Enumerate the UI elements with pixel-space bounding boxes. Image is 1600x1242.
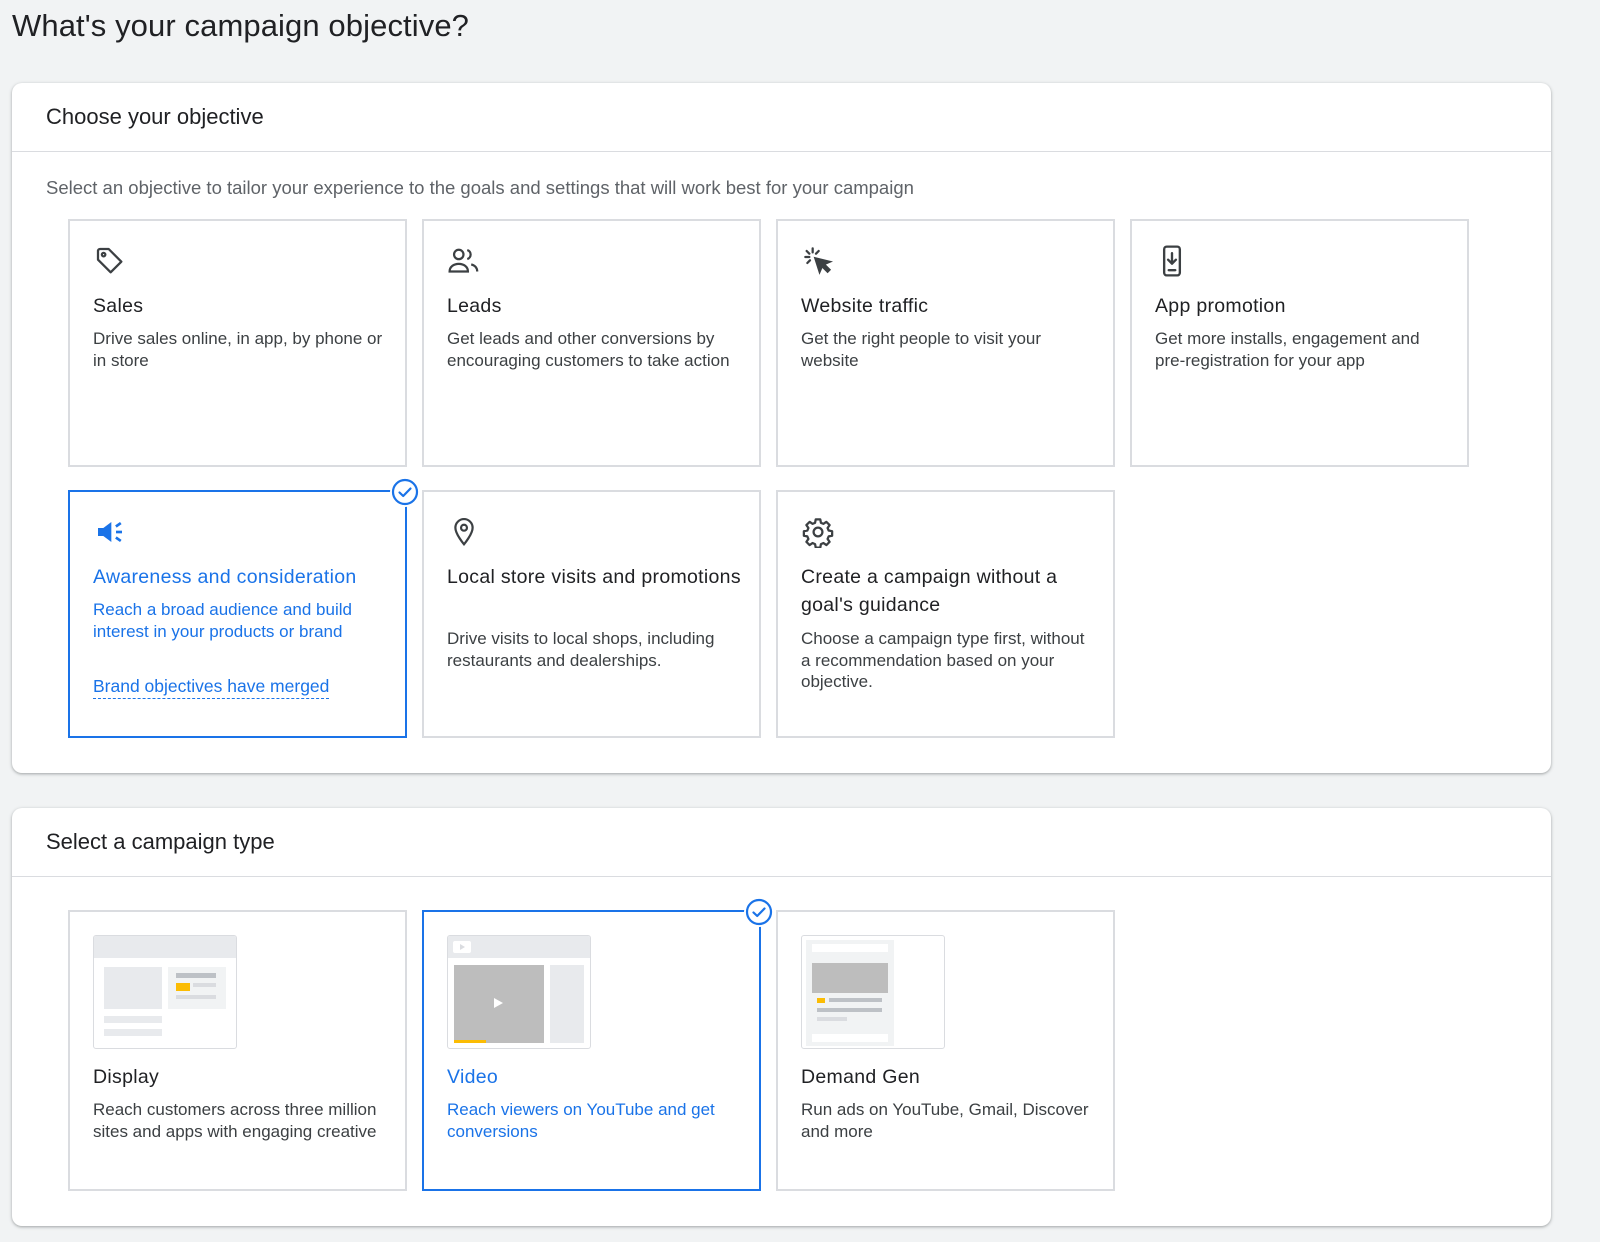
card-title: Demand Gen [801,1066,920,1088]
objective-card-website-traffic[interactable]: Website traffic Get the right people to … [776,219,1115,467]
objective-panel: Choose your objective Select an objectiv… [12,83,1551,773]
card-title: Awareness and consideration [93,566,357,588]
card-title: Create a campaign without a goal's guida… [801,566,1058,616]
cursor-click-icon [800,243,836,279]
campaign-type-card-video[interactable]: Video Reach viewers on YouTube and get c… [422,897,774,1191]
page-title: What's your campaign objective? [12,8,470,43]
phone-download-icon [1154,243,1190,279]
card-title: Video [447,1066,499,1088]
card-description: Reach a broad audience and build interes… [93,600,352,641]
card-title: Website traffic [801,295,929,317]
campaign-type-panel-heading: Select a campaign type [46,829,275,854]
card-description: Run ads on YouTube, Gmail, Discover and … [801,1100,1089,1141]
objective-card-local-store-visits[interactable]: Local store visits and promotions Drive … [422,490,761,738]
objective-panel-description: Select an objective to tailor your exper… [46,177,914,198]
objective-card-app-promotion[interactable]: App promotion Get more installs, engagem… [1130,219,1469,467]
card-title: App promotion [1155,295,1286,317]
megaphone-icon [92,514,128,550]
demand-gen-thumbnail [801,935,945,1049]
card-description: Get the right people to visit your websi… [801,329,1042,370]
card-title: Sales [93,295,144,317]
gear-icon [800,514,836,550]
card-title: Display [93,1066,160,1088]
card-title: Local store visits and promotions [447,566,741,588]
card-description: Drive visits to local shops, including r… [447,629,715,670]
objective-card-sales[interactable]: Sales Drive sales online, in app, by pho… [68,219,407,467]
campaign-type-panel: Select a campaign type Display Reach cus… [12,808,1551,1226]
campaign-type-panel-header: Select a campaign type [12,808,1551,877]
campaign-type-card-display[interactable]: Display Reach customers across three mil… [68,910,407,1191]
card-title: Leads [447,295,502,317]
display-thumbnail [93,935,237,1049]
objective-panel-heading: Choose your objective [46,104,264,129]
card-description: Reach customers across three million sit… [93,1100,377,1141]
card-description: Get more installs, engagement and pre-re… [1155,329,1420,370]
objective-card-no-goal-guidance[interactable]: Create a campaign without a goal's guida… [776,490,1115,738]
card-description: Drive sales online, in app, by phone or … [93,329,383,370]
people-icon [446,243,482,279]
objective-card-awareness[interactable]: Awareness and consideration Reach a broa… [68,477,420,738]
location-pin-icon [446,514,482,550]
objective-card-leads[interactable]: Leads Get leads and other conversions by… [422,219,761,467]
selected-check-icon [390,477,420,507]
campaign-type-card-demand-gen[interactable]: Demand Gen Run ads on YouTube, Gmail, Di… [776,910,1115,1191]
selected-check-icon [744,897,774,927]
card-description: Choose a campaign type first, without a … [801,629,1085,691]
brand-objectives-merged-link[interactable]: Brand objectives have merged [93,676,330,699]
card-description: Get leads and other conversions by encou… [447,329,730,370]
card-description: Reach viewers on YouTube and get convers… [447,1100,715,1141]
objective-panel-header: Choose your objective [12,83,1551,152]
video-thumbnail [447,935,591,1049]
tag-icon [92,243,128,279]
